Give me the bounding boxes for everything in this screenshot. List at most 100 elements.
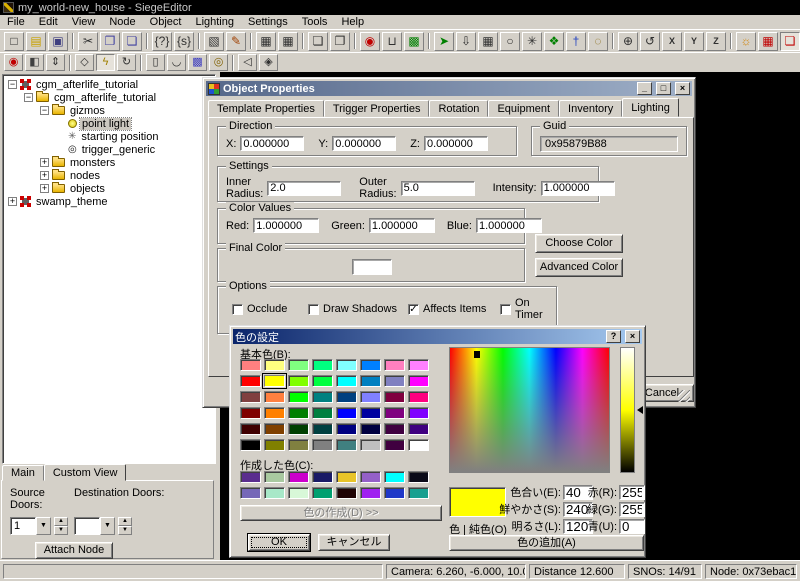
node-grid-a-icon[interactable]: ▦ <box>256 32 276 51</box>
equip-weapon-icon[interactable]: † <box>566 32 586 51</box>
option-affects-items[interactable]: ✓Affects Items <box>408 297 500 321</box>
outer-radius-input[interactable] <box>401 181 475 196</box>
cancel-button[interactable]: キャンセル <box>318 534 390 551</box>
basic-color-swatch[interactable] <box>360 439 381 451</box>
checkbox-icon[interactable] <box>308 304 319 315</box>
node-grid-b-icon[interactable]: ▦ <box>278 32 298 51</box>
basic-color-swatch[interactable] <box>384 423 405 435</box>
basic-color-swatch[interactable] <box>288 407 309 419</box>
basic-color-swatch[interactable] <box>408 423 429 435</box>
color-field-input[interactable] <box>619 485 645 500</box>
chevron-down-icon[interactable]: ▼ <box>36 517 51 535</box>
tree-expander-icon[interactable]: − <box>8 80 17 89</box>
node-diamond-icon[interactable]: ◇ <box>75 54 94 71</box>
ok-button[interactable]: OK <box>248 534 310 551</box>
basic-color-swatch[interactable] <box>384 391 405 403</box>
direction-y-input[interactable] <box>332 136 396 151</box>
basic-color-swatch[interactable] <box>336 439 357 451</box>
custom-color-swatch[interactable] <box>312 471 333 483</box>
record-icon[interactable]: ◉ <box>360 32 380 51</box>
hue-saturation-field[interactable] <box>449 347 610 473</box>
basic-color-swatch[interactable] <box>360 375 381 387</box>
basic-color-swatch[interactable] <box>384 407 405 419</box>
texture-view-icon[interactable]: ▩ <box>404 32 424 51</box>
menu-help[interactable]: Help <box>334 16 371 28</box>
light-grid-icon[interactable]: ▦ <box>758 32 778 51</box>
lock-y-icon[interactable]: Y <box>684 32 704 51</box>
tab-template-properties[interactable]: Template Properties <box>208 100 324 117</box>
choose-color-button[interactable]: Choose Color <box>535 234 623 253</box>
tree-item[interactable]: ◎trigger_generic <box>4 143 214 156</box>
tree-expander-icon[interactable]: + <box>8 197 17 206</box>
basic-color-swatch[interactable] <box>360 359 381 371</box>
hue-sat-marker[interactable] <box>474 351 480 358</box>
destination-doors-stepper[interactable]: ▲▼ <box>118 517 132 535</box>
light-page-icon[interactable]: ❏ <box>780 32 800 51</box>
tree-item[interactable]: +swamp_theme <box>4 195 214 208</box>
paint-texture-icon[interactable]: ✎ <box>226 32 246 51</box>
basic-color-swatch[interactable] <box>360 407 381 419</box>
camera-height-icon[interactable]: ⇕ <box>46 54 65 71</box>
checkbox-icon[interactable] <box>232 304 243 315</box>
move-axes-icon[interactable]: ⊕ <box>618 32 638 51</box>
drop-object-icon[interactable]: ⇩ <box>456 32 476 51</box>
custom-color-swatch[interactable] <box>264 471 285 483</box>
object-query-icon[interactable]: ○ <box>500 32 520 51</box>
tree-item[interactable]: point light <box>4 117 214 130</box>
menu-tools[interactable]: Tools <box>295 16 335 28</box>
green-input[interactable] <box>369 218 435 233</box>
tab-main[interactable]: Main <box>2 465 44 481</box>
tree-expander-icon[interactable]: − <box>40 106 49 115</box>
basic-color-swatch[interactable] <box>408 407 429 419</box>
tree-item[interactable]: −cgm_afterlife_tutorial <box>4 91 214 104</box>
tree-item[interactable]: −gizmos <box>4 104 214 117</box>
option-on-timer[interactable]: On Timer <box>500 297 556 321</box>
add-to-custom-colors-button[interactable]: 色の追加(A) <box>449 535 644 551</box>
tree-item[interactable]: +objects <box>4 182 214 195</box>
hull-view-icon[interactable]: ⊔ <box>382 32 402 51</box>
basic-color-swatch[interactable] <box>240 423 261 435</box>
save-file-icon[interactable]: ▣ <box>48 32 68 51</box>
custom-color-swatch[interactable] <box>384 487 405 499</box>
attach-node-button[interactable]: Attach Node <box>35 542 113 559</box>
luminance-arrow-icon[interactable] <box>637 406 643 414</box>
custom-color-swatch[interactable] <box>288 487 309 499</box>
paste-icon[interactable]: ❏ <box>122 32 142 51</box>
copy-nodes-icon[interactable]: ❏ <box>308 32 328 51</box>
source-doors-combo[interactable]: 1▼ ▲▼ <box>10 517 68 535</box>
marquee-select-icon[interactable]: ▧ <box>204 32 224 51</box>
advanced-color-button[interactable]: Advanced Color <box>535 258 623 277</box>
destination-doors-combo[interactable]: ▼ ▲▼ <box>74 517 132 535</box>
checkbox-icon[interactable] <box>500 304 511 315</box>
basic-color-swatch[interactable] <box>408 359 429 371</box>
maximize-button[interactable]: □ <box>656 82 671 95</box>
menu-edit[interactable]: Edit <box>32 16 65 28</box>
red-input[interactable] <box>253 218 319 233</box>
custom-color-swatch[interactable] <box>384 471 405 483</box>
custom-color-swatch[interactable] <box>312 487 333 499</box>
tab-inventory[interactable]: Inventory <box>559 100 622 117</box>
help-button[interactable]: ? <box>606 330 621 343</box>
open-file-icon[interactable]: ▤ <box>26 32 46 51</box>
up-arrow-icon[interactable]: ▲ <box>118 517 132 526</box>
tree-item[interactable]: +monsters <box>4 156 214 169</box>
tab-custom-view[interactable]: Custom View <box>44 464 127 481</box>
custom-color-swatch[interactable] <box>336 487 357 499</box>
close-button[interactable]: × <box>625 330 640 343</box>
tree-item[interactable]: ✳starting position <box>4 130 214 143</box>
object-properties-title-bar[interactable]: Object Properties _ □ × <box>206 81 692 96</box>
custom-color-swatch[interactable] <box>288 471 309 483</box>
down-arrow-icon[interactable]: ▼ <box>54 526 68 535</box>
gizmo-query-icon[interactable]: ✳ <box>522 32 542 51</box>
basic-color-swatch[interactable] <box>408 391 429 403</box>
tree-item[interactable]: −cgm_afterlife_tutorial <box>4 78 214 91</box>
lock-x-icon[interactable]: X <box>662 32 682 51</box>
basic-color-swatch[interactable] <box>288 423 309 435</box>
title-bar[interactable]: my_world-new_house - SiegeEditor <box>0 0 800 15</box>
hull-mesh-icon[interactable]: ◡ <box>167 54 186 71</box>
basic-color-swatch[interactable] <box>336 391 357 403</box>
menu-node[interactable]: Node <box>102 16 142 28</box>
color-field-input[interactable] <box>619 502 645 517</box>
option-occlude[interactable]: Occlude <box>232 297 308 321</box>
menu-lighting[interactable]: Lighting <box>188 16 241 28</box>
